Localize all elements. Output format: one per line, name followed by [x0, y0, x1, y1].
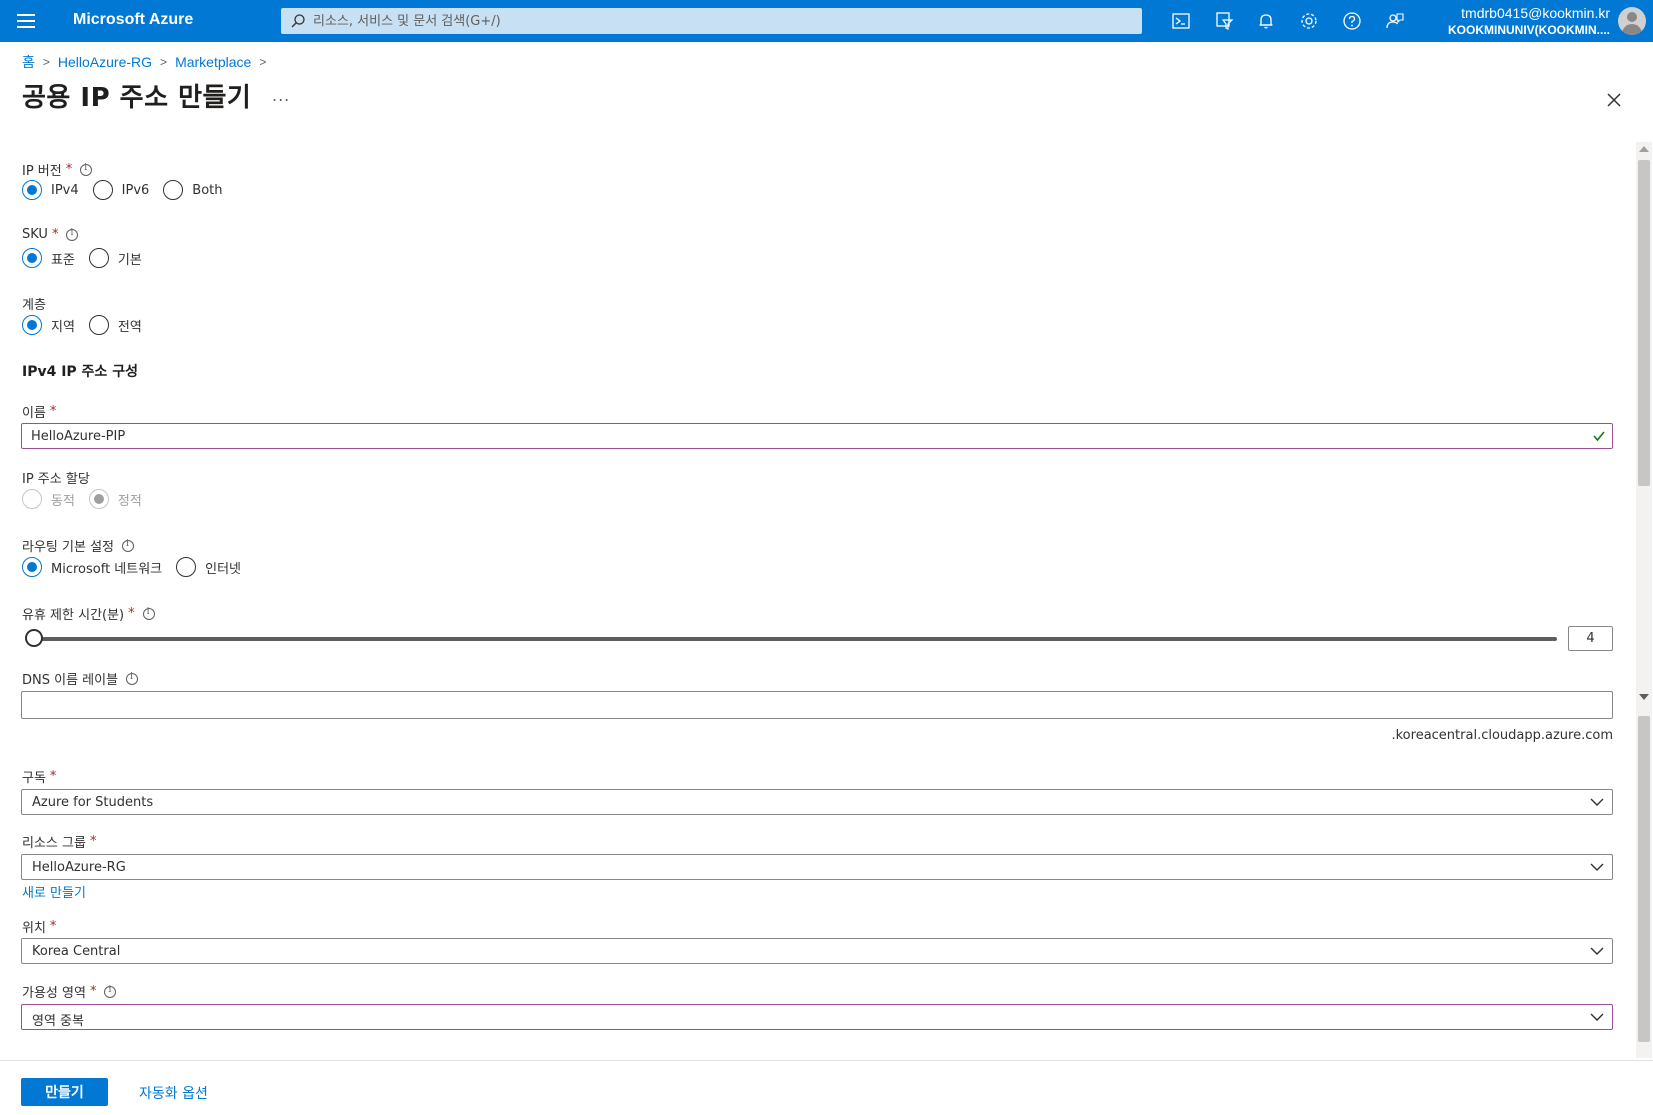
breadcrumb-home[interactable]: 홈 [22, 52, 35, 72]
create-new-resource-group-link[interactable]: 새로 만들기 [22, 882, 86, 901]
radio-ipv6[interactable]: IPv6 [92, 180, 149, 200]
chevron-right-icon: > [42, 55, 50, 69]
info-icon[interactable] [104, 985, 117, 998]
chevron-right-icon: > [259, 55, 267, 69]
availability-zone-dropdown[interactable]: 영역 중복 [21, 1004, 1613, 1030]
hamburger-menu-icon[interactable] [17, 14, 35, 28]
scrollbar-thumb[interactable] [1638, 160, 1650, 486]
radio-microsoft-network[interactable]: Microsoft 네트워크 [22, 557, 162, 577]
radio-internet[interactable]: 인터넷 [176, 557, 241, 577]
scroll-down-arrow-icon[interactable] [1639, 694, 1649, 700]
more-options-button[interactable]: ... [272, 86, 290, 105]
search-input[interactable] [313, 8, 1133, 34]
avatar[interactable] [1618, 7, 1646, 35]
sku-label: SKU * [22, 227, 79, 242]
dns-suffix: .koreacentral.cloudapp.azure.com [1391, 728, 1613, 743]
location-value: Korea Central [32, 944, 121, 959]
radio-ipv4[interactable]: IPv4 [22, 180, 79, 200]
ip-version-label: IP 버전 * [22, 160, 93, 179]
dns-label-field[interactable] [21, 691, 1613, 719]
cloud-shell-icon[interactable] [1170, 10, 1192, 32]
idle-timeout-label: 유휴 제한 시간(분) * [22, 604, 155, 623]
footer-bar [0, 1060, 1653, 1115]
section-heading: IPv4 IP 주소 구성 [22, 364, 138, 380]
radio-tier-global[interactable]: 전역 [88, 315, 142, 335]
tier-label: 계층 [22, 298, 46, 313]
user-email: tmdrb0415@kookmin.kr [1461, 5, 1610, 21]
chevron-down-icon [1590, 947, 1604, 955]
radio-dynamic: 동적 [22, 489, 75, 509]
radio-static: 정적 [88, 489, 142, 509]
radio-sku-basic[interactable]: 기본 [88, 248, 142, 268]
ip-assignment-label: IP 주소 할당 [22, 472, 90, 487]
info-icon[interactable] [142, 607, 155, 620]
search-box[interactable] [281, 8, 1142, 34]
brand-name[interactable]: Microsoft Azure [73, 11, 193, 29]
directory-filter-icon[interactable] [1213, 10, 1235, 32]
routing-label: 라우팅 기본 설정 [22, 536, 134, 555]
resource-group-dropdown[interactable]: HelloAzure-RG [21, 854, 1613, 880]
close-icon[interactable] [1604, 90, 1624, 110]
radio-both[interactable]: Both [163, 180, 223, 200]
idle-timeout-slider-track[interactable] [33, 637, 1557, 641]
dns-label-label: DNS 이름 레이블 [22, 669, 139, 688]
tier-radio-group: 지역 전역 [22, 315, 156, 335]
settings-gear-icon[interactable] [1298, 10, 1320, 32]
subscription-label: 구독 * [22, 769, 57, 786]
location-label: 위치 * [22, 919, 57, 936]
automation-options-button[interactable]: 자동화 옵션 [139, 1083, 208, 1103]
idle-timeout-value[interactable]: 4 [1568, 626, 1613, 651]
user-tenant: KOOKMINUNIV(KOOKMIN.... [1448, 23, 1610, 37]
name-input[interactable] [31, 424, 1571, 448]
resource-group-label: 리소스 그룹 * [22, 834, 97, 851]
checkmark-icon [1593, 431, 1605, 442]
breadcrumb-resource-group[interactable]: HelloAzure-RG [58, 54, 152, 70]
dns-label-input[interactable] [31, 692, 1571, 716]
chevron-right-icon: > [160, 55, 168, 69]
subscription-dropdown[interactable]: Azure for Students [21, 789, 1613, 815]
chevron-down-icon [1590, 798, 1604, 806]
ip-version-radio-group: IPv4 IPv6 Both [22, 180, 237, 200]
availability-zone-label: 가용성 영역 * [22, 982, 117, 1001]
breadcrumb: 홈 > HelloAzure-RG > Marketplace > [22, 52, 274, 72]
ip-assignment-radio-group: 동적 정적 [22, 489, 156, 509]
radio-tier-regional[interactable]: 지역 [22, 315, 75, 335]
scrollbar-thumb-lower[interactable] [1638, 716, 1650, 1042]
feedback-icon[interactable] [1384, 10, 1406, 32]
radio-sku-standard[interactable]: 표준 [22, 248, 75, 268]
info-icon[interactable] [126, 672, 139, 685]
sku-radio-group: 표준 기본 [22, 248, 156, 268]
info-icon[interactable] [80, 163, 93, 176]
breadcrumb-marketplace[interactable]: Marketplace [175, 54, 251, 70]
top-bar: Microsoft Azure tmdrb0415@kookmin.kr KOO… [0, 0, 1653, 42]
search-icon [291, 14, 305, 28]
page-title: 공용 IP 주소 만들기 [22, 83, 252, 113]
create-button[interactable]: 만들기 [21, 1078, 108, 1106]
help-icon[interactable] [1341, 10, 1363, 32]
routing-radio-group: Microsoft 네트워크 인터넷 [22, 557, 255, 577]
info-icon[interactable] [66, 228, 79, 241]
info-icon[interactable] [122, 539, 134, 552]
chevron-down-icon [1590, 863, 1604, 871]
subscription-value: Azure for Students [32, 795, 154, 810]
name-label: 이름 * [22, 404, 57, 421]
chevron-down-icon [1590, 1013, 1604, 1021]
account-info[interactable]: tmdrb0415@kookmin.kr KOOKMINUNIV(KOOKMIN… [1430, 4, 1610, 39]
idle-timeout-slider-thumb[interactable] [25, 629, 43, 647]
availability-zone-value: 영역 중복 [32, 1014, 84, 1029]
notifications-icon[interactable] [1255, 10, 1277, 32]
location-dropdown[interactable]: Korea Central [21, 938, 1613, 964]
scroll-up-arrow-icon[interactable] [1639, 146, 1649, 152]
resource-group-value: HelloAzure-RG [32, 860, 126, 875]
name-field[interactable] [21, 423, 1613, 449]
